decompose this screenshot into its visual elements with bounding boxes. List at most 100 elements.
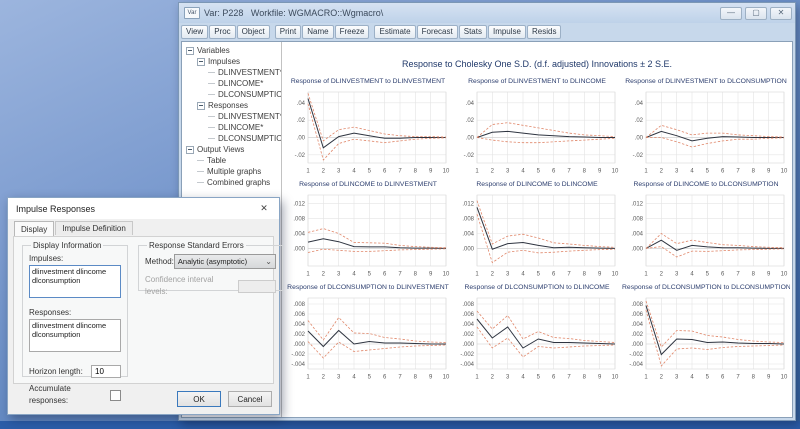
chart-response-of-dlincome-to-dlinvestment: Response of DLINCOME to DLINVESTMENT1234… [284,179,452,279]
tree-item-label: DLINCOME* [218,78,263,89]
svg-text:6: 6 [383,169,387,175]
collapse-icon[interactable] [197,102,205,110]
tree-item-label: Responses [208,100,248,111]
svg-text:8: 8 [583,272,587,278]
chart-response-of-dlconsumption-to-dlincome: Response of DLCONSUMPTION to DLINCOME123… [453,282,621,382]
svg-text:.006: .006 [293,312,305,318]
svg-text:10: 10 [443,375,450,381]
chart-plot: 12345678910.008.006.004.002.000-.002-.00… [284,294,452,382]
chart-response-of-dlinvestment-to-dlinvestment: Response of DLINVESTMENT to DLINVESTMENT… [284,76,452,176]
tree-item-label: DLINVESTMENT* [218,111,282,122]
tree-item-dlinvestment[interactable]: DLINVESTMENT* [184,67,281,78]
collapse-icon[interactable] [186,146,194,154]
tab-impulse-definition[interactable]: Impulse Definition [55,221,133,235]
svg-text:-.002: -.002 [291,352,305,358]
toolbar-button-forecast[interactable]: Forecast [417,25,458,39]
tree-item-dlconsumption[interactable]: DLCONSUMPTION* [184,133,281,144]
dialog-titlebar[interactable]: Impulse Responses ✕ [8,198,279,219]
svg-text:7: 7 [736,272,740,278]
tree-item-table[interactable]: Table [184,155,281,166]
chart-plot: 12345678910.04.02.00-.02 [622,88,790,176]
minimize-button[interactable]: — [720,7,742,20]
horizon-length-input[interactable] [91,365,121,378]
tree-item-responses[interactable]: Responses [184,100,281,111]
responses-input[interactable]: dlinvestment dlincome dlconsumption [29,319,121,352]
accumulate-responses-checkbox[interactable] [110,390,121,401]
tree-item-dlinvestment[interactable]: DLINVESTMENT* [184,111,281,122]
svg-text:-.002: -.002 [460,352,474,358]
dialog-title: Impulse Responses [16,204,249,214]
svg-text:6: 6 [552,169,556,175]
tree-item-output-views[interactable]: Output Views [184,144,281,155]
svg-text:10: 10 [612,375,619,381]
desktop: Var Var: P228 Workfile: WGMACRO::Wgmacro… [0,0,800,429]
chart-title: Response of DLINCOME to DLINVESTMENT [284,179,452,191]
svg-text:.00: .00 [297,135,306,141]
tree-item-dlconsumption[interactable]: DLCONSUMPTION* [184,89,281,100]
svg-text:4: 4 [521,169,525,175]
svg-text:.004: .004 [631,322,643,328]
svg-text:9: 9 [767,169,771,175]
method-label: Method: [145,256,174,268]
svg-text:.002: .002 [462,332,474,338]
chart-plot: 12345678910.04.02.00-.02 [284,88,452,176]
ok-button[interactable]: OK [177,391,221,407]
close-button[interactable]: ✕ [770,7,792,20]
svg-text:9: 9 [598,272,602,278]
collapse-icon[interactable] [197,58,205,66]
svg-text:.008: .008 [631,302,643,308]
toolbar-button-proc[interactable]: Proc [209,25,235,39]
svg-text:.000: .000 [631,246,643,252]
toolbar: ViewProcObject PrintNameFreeze EstimateFor… [179,23,795,40]
svg-text:.012: .012 [293,202,305,208]
svg-text:.00: .00 [635,135,644,141]
tree-item-label: Impulses [208,56,240,67]
svg-text:2: 2 [322,272,326,278]
toolbar-button-resids[interactable]: Resids [527,25,561,39]
svg-text:.008: .008 [462,302,474,308]
tree-connector [197,171,204,172]
impulse-responses-dialog: Impulse Responses ✕ Display Impulse Defi… [7,197,280,415]
svg-text:5: 5 [537,169,541,175]
toolbar-button-print[interactable]: Print [275,25,301,39]
svg-text:.000: .000 [293,246,305,252]
tree-item-variables[interactable]: Variables [184,45,281,56]
impulses-input[interactable]: dlinvestment dlincome dlconsumption [29,265,121,298]
toolbar-button-object[interactable]: Object [237,25,270,39]
method-dropdown[interactable]: Analytic (asymptotic) ⌄ [174,254,276,269]
tree-item-dlincome[interactable]: DLINCOME* [184,122,281,133]
cancel-button[interactable]: Cancel [228,391,272,407]
svg-text:.00: .00 [466,135,475,141]
tree-item-multiple-graphs[interactable]: Multiple graphs [184,166,281,177]
chart-response-of-dlincome-to-dlincome: Response of DLINCOME to DLINCOME12345678… [453,179,621,279]
svg-text:-.004: -.004 [460,362,474,368]
svg-text:3: 3 [506,375,510,381]
dialog-buttons: OK Cancel [177,391,272,407]
tree-item-impulses[interactable]: Impulses [184,56,281,67]
svg-text:9: 9 [429,375,433,381]
maximize-button[interactable]: ▢ [745,7,767,20]
svg-text:.006: .006 [462,312,474,318]
collapse-icon[interactable] [186,47,194,55]
tree-item-combined-graphs[interactable]: Combined graphs [184,177,281,188]
toolbar-button-stats[interactable]: Stats [459,25,487,39]
toolbar-button-freeze[interactable]: Freeze [335,25,370,39]
toolbar-button-impulse[interactable]: Impulse [488,25,526,39]
toolbar-button-estimate[interactable]: Estimate [374,25,415,39]
svg-text:10: 10 [443,169,450,175]
toolbar-button-view[interactable]: View [181,25,208,39]
svg-text:6: 6 [721,272,725,278]
dialog-close-icon[interactable]: ✕ [249,198,279,219]
tree-item-label: Variables [197,45,230,56]
chart-title: Response of DLCONSUMPTION to DLINCOME [453,282,621,294]
svg-text:.004: .004 [462,231,474,237]
tab-display[interactable]: Display [14,221,54,236]
svg-text:.002: .002 [631,332,643,338]
svg-text:10: 10 [443,272,450,278]
tree-item-label: Table [207,155,226,166]
chart-plot: 12345678910.012.008.004.000 [284,191,452,279]
chart-title: Response of DLINCOME to DLINCOME [453,179,621,191]
toolbar-button-name[interactable]: Name [302,25,333,39]
window-titlebar[interactable]: Var Var: P228 Workfile: WGMACRO::Wgmacro… [179,3,795,23]
tree-item-dlincome[interactable]: DLINCOME* [184,78,281,89]
